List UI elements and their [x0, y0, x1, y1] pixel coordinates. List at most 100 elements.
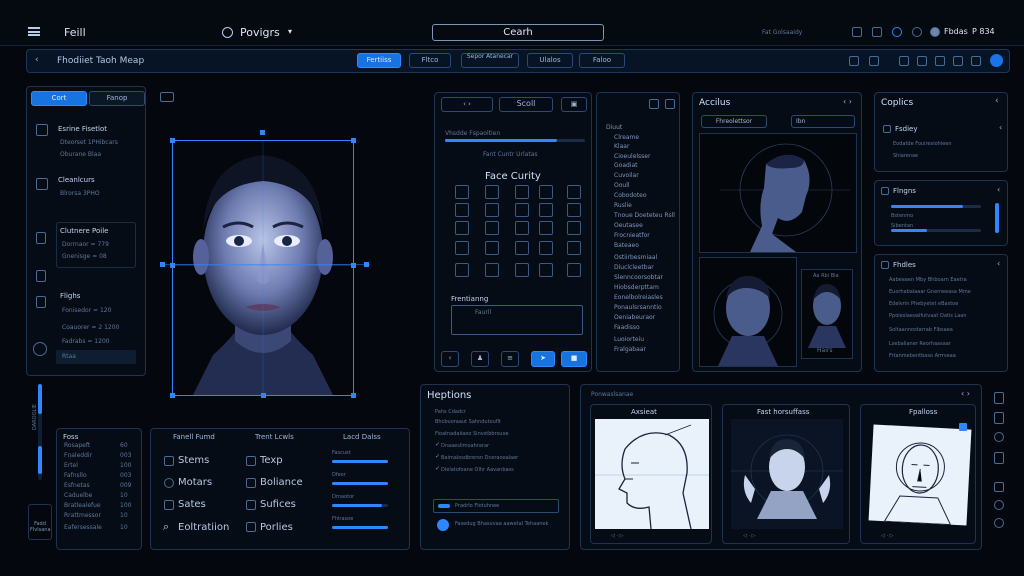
grid-cell[interactable] [539, 185, 553, 199]
sketch-more-icon[interactable]: ‹ › [961, 389, 970, 398]
accius-input-1[interactable]: Fhreolettsor [701, 115, 767, 128]
grid-cell[interactable] [485, 241, 499, 255]
grid-strip[interactable] [451, 305, 583, 335]
list-item[interactable]: Cobodoteo [614, 192, 647, 199]
tab-fanop[interactable]: Fanop [89, 91, 145, 106]
image-icon[interactable] [935, 56, 945, 66]
grid-cell[interactable] [567, 203, 581, 217]
lock-icon[interactable] [917, 56, 927, 66]
list-icon[interactable] [36, 124, 48, 136]
accius-input-2[interactable]: Ibn [791, 115, 855, 128]
check-icon[interactable]: ✓ [435, 453, 440, 460]
card2-vertical-slider[interactable] [995, 203, 999, 233]
slider-3[interactable] [332, 504, 388, 507]
sates-icon[interactable] [164, 500, 174, 510]
resize-handle-bl[interactable] [170, 393, 175, 398]
grid-cell[interactable] [515, 263, 529, 277]
layout-icon[interactable] [849, 56, 859, 66]
list-item[interactable]: Ooull [614, 182, 630, 189]
tool-list-button[interactable]: ≡ [501, 351, 519, 367]
resize-handle-br[interactable] [351, 393, 356, 398]
guide-handle-right[interactable] [364, 262, 369, 267]
texp-icon[interactable] [246, 456, 256, 466]
head-front-thumb[interactable] [801, 269, 853, 359]
grid-cell[interactable] [539, 241, 553, 255]
list-item[interactable]: Fralgabaar [614, 346, 646, 353]
grid-cell[interactable] [455, 241, 469, 255]
main-head-view[interactable] [699, 133, 857, 253]
analysis-back-button[interactable]: ‹ › [441, 97, 493, 112]
panel-icon[interactable] [994, 392, 1004, 404]
tool-pointer-button[interactable]: ➤ [531, 351, 555, 367]
grid-cell[interactable] [455, 221, 469, 235]
user-avatar[interactable] [990, 54, 1003, 67]
crop-side-icon[interactable] [36, 296, 46, 308]
bookmark-icon[interactable] [852, 27, 862, 37]
eye-icon[interactable] [33, 342, 47, 356]
grid-cell[interactable] [515, 185, 529, 199]
bag-icon[interactable] [872, 27, 882, 37]
resize-handle-tr[interactable] [351, 138, 356, 143]
slider-1[interactable] [332, 460, 388, 463]
grid-cell[interactable] [485, 185, 499, 199]
card3-chevron-icon[interactable]: ‹ [997, 259, 1000, 268]
list-item[interactable]: Slenncoorsobtar [614, 274, 663, 281]
settings-icon[interactable] [930, 27, 940, 37]
bottom-mid-item[interactable]: Motars [178, 477, 212, 488]
list-item[interactable]: Oeniabeuraor [614, 314, 655, 321]
pin-icon[interactable] [869, 56, 879, 66]
list-item[interactable]: Cuvoilar [614, 172, 639, 179]
grid-cell[interactable] [539, 203, 553, 217]
analysis-tab-scoll[interactable]: Scoll [499, 97, 553, 112]
heart-icon[interactable] [892, 27, 902, 37]
check-icon[interactable]: ✓ [435, 465, 440, 472]
tool-lasso-button[interactable]: ‹ [441, 351, 459, 367]
toolbar-button-2[interactable]: Fltco [409, 53, 451, 68]
accius-collapse-icon[interactable]: ‹ › [843, 97, 852, 106]
bottom-mid-item2[interactable]: Sufices [260, 499, 296, 510]
toolbar-button-3[interactable]: Sepor Atanecar [461, 53, 519, 68]
grid-cell[interactable] [539, 221, 553, 235]
tool-apply-button[interactable]: ■ [561, 351, 587, 367]
project-selector[interactable]: Povigrs [240, 26, 280, 39]
grid-cell[interactable] [515, 221, 529, 235]
list-item[interactable]: Cioeulelsser [614, 153, 650, 160]
center-title-box[interactable]: Cearh [432, 24, 604, 41]
back-icon[interactable]: ‹ [35, 55, 39, 65]
guide-handle-top[interactable] [260, 130, 265, 135]
vertical-slider[interactable] [38, 384, 42, 480]
list-item[interactable]: Ostiirbesmiaal [614, 254, 657, 261]
list-item[interactable]: Frocnieatfor [614, 232, 650, 239]
bottom-mid-item2[interactable]: Texp [260, 455, 283, 466]
sketch-card-2[interactable]: Fast horsuffass ◁ · ▷ [722, 404, 850, 544]
list-item[interactable]: Diuut [606, 124, 622, 131]
list-item[interactable]: Clreame [614, 134, 639, 141]
bottom-mid-item[interactable]: Eoltratiion [178, 522, 229, 533]
grid-cell[interactable] [567, 241, 581, 255]
tab-cort[interactable]: Cort [31, 91, 87, 106]
grid-icon[interactable] [899, 56, 909, 66]
resize-handle-bottom[interactable] [261, 393, 266, 398]
lock-side-icon[interactable] [36, 232, 46, 244]
folder-icon[interactable] [953, 56, 963, 66]
grid-cell[interactable] [515, 241, 529, 255]
search-icon[interactable]: ⌕ [163, 520, 169, 534]
box-side-icon[interactable] [994, 482, 1004, 492]
menu-icon[interactable] [28, 27, 40, 36]
profiles-icon[interactable] [246, 522, 256, 532]
grid-cell[interactable] [485, 263, 499, 277]
globe-icon[interactable] [912, 27, 922, 37]
grid-cell[interactable] [455, 185, 469, 199]
toolbar-button-5[interactable]: Faloo [579, 53, 625, 68]
share-side-icon[interactable] [994, 500, 1004, 510]
card2-slider-1[interactable] [891, 205, 981, 208]
balance-icon[interactable] [246, 478, 256, 488]
card1-chevron-icon[interactable]: ‹ [999, 123, 1002, 132]
guide-handle-left[interactable] [160, 262, 165, 267]
list-item[interactable]: Hiobsderpttam [614, 284, 659, 291]
dot-side-icon[interactable] [994, 518, 1004, 528]
grid-cell[interactable] [485, 203, 499, 217]
list-item[interactable]: Oeutasee [614, 222, 643, 229]
chart-side-icon[interactable] [36, 270, 46, 282]
bottom-mid-item[interactable]: Stems [178, 455, 209, 466]
